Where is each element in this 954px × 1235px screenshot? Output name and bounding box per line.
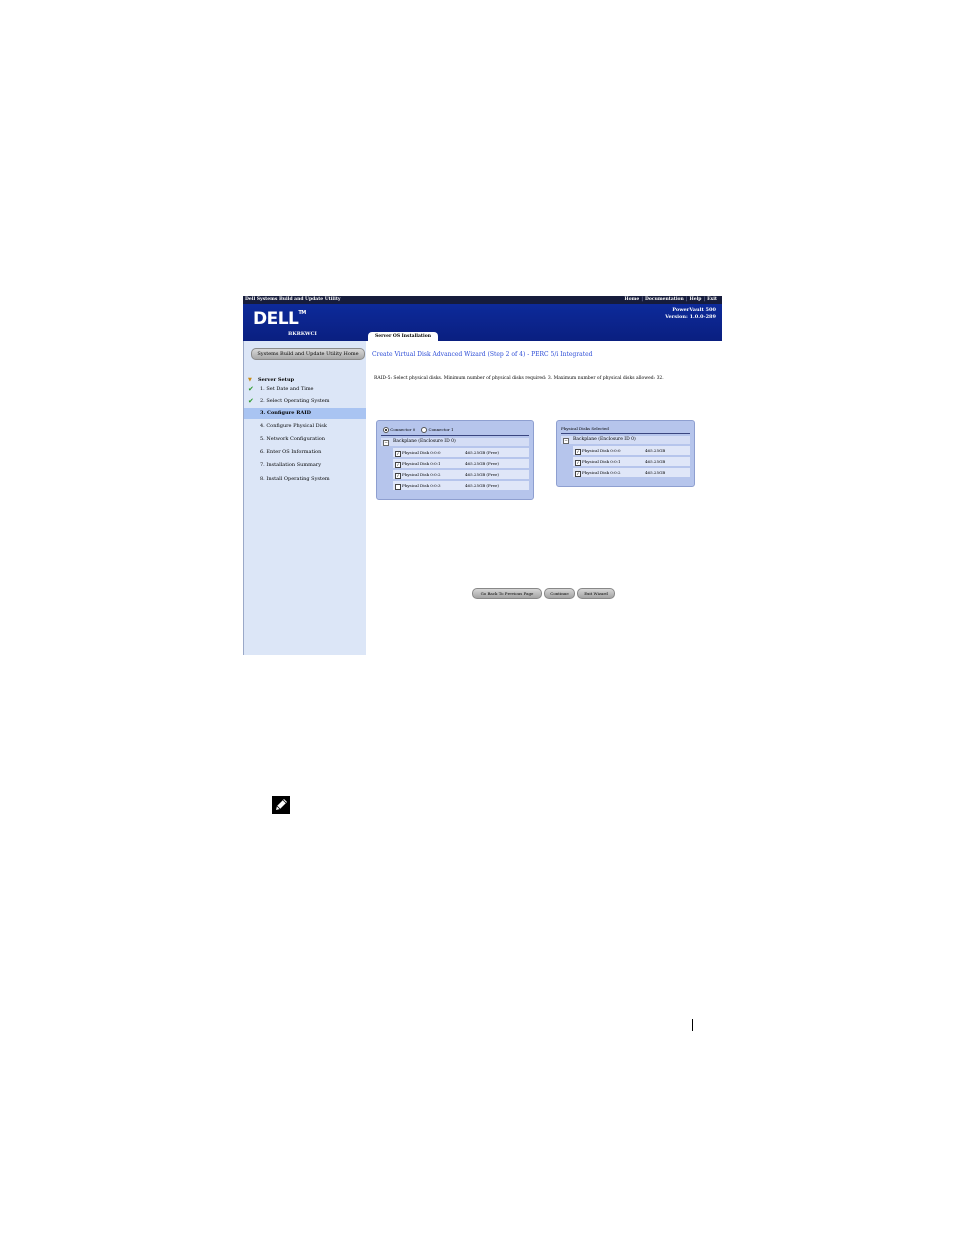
logo-tm: TM xyxy=(298,310,306,316)
connector-0-label: Connector 0 xyxy=(390,427,416,432)
checkbox-icon[interactable]: ✓ xyxy=(575,459,581,466)
disk-row[interactable]: ✓ Physical Disk 0:0:2 465.25GB xyxy=(573,468,690,478)
nav-home[interactable]: Home xyxy=(622,296,641,304)
app-title: Dell Systems Build and Update Utility xyxy=(245,297,341,302)
checkbox-icon[interactable]: ✓ xyxy=(395,472,401,479)
continue-button[interactable]: Continue xyxy=(544,588,575,599)
backplane-row[interactable]: − Backplane (Enclosure ID 0) xyxy=(561,436,690,444)
product-name: PowerVault 500 xyxy=(672,307,716,313)
backplane-row[interactable]: − Backplane (Enclosure ID 0) xyxy=(381,438,529,446)
sidebar-step-1[interactable]: ✔ 1. Set Date and Time xyxy=(244,384,366,395)
disk-name: Physical Disk 0:0:0 xyxy=(402,450,441,455)
radio-icon xyxy=(421,427,428,433)
disk-row[interactable]: Physical Disk 0:0:3 465.25GB (Free) xyxy=(393,481,529,491)
selected-disks-title: Physical Disks Selected xyxy=(561,426,609,431)
connector-0-radio[interactable]: Connector 0 xyxy=(383,427,415,433)
disk-name: Physical Disk 0:0:1 xyxy=(582,459,621,464)
sidebar-step-2[interactable]: ✔ 2. Select Operating System xyxy=(244,396,366,407)
service-tag: BKRKWCI xyxy=(288,331,317,337)
connector-1-radio[interactable]: Connector 1 xyxy=(421,427,454,433)
step-label: 7. Installation Summary xyxy=(260,462,322,468)
step-label: 2. Select Operating System xyxy=(260,398,330,404)
disk-row[interactable]: ✓ Physical Disk 0:0:1 465.25GB xyxy=(573,457,690,467)
collapse-icon[interactable]: − xyxy=(563,437,569,444)
step-label: 1. Set Date and Time xyxy=(260,386,314,392)
disk-row[interactable]: ✓ Physical Disk 0:0:2 465.25GB (Free) xyxy=(393,470,529,480)
sidebar-step-6[interactable]: 6. Enter OS Information xyxy=(244,447,366,458)
exit-wizard-button[interactable]: Exit Wizard xyxy=(577,588,615,599)
available-disks-panel: Connector 0 Connector 1 − Backplane (Enc… xyxy=(376,420,534,500)
disk-size: 465.25GB (Free) xyxy=(465,450,499,455)
connector-radio-group: Connector 0 Connector 1 xyxy=(383,427,454,433)
disk-row[interactable]: ✓ Physical Disk 0:0:0 465.25GB xyxy=(573,446,690,456)
divider xyxy=(381,435,529,436)
nav-help[interactable]: Help xyxy=(687,296,703,304)
page-title: Create Virtual Disk Advanced Wizard (Ste… xyxy=(372,351,593,358)
divider xyxy=(561,433,690,434)
server-setup-heading: Server Setup xyxy=(258,377,295,383)
sidebar-step-7[interactable]: 7. Installation Summary xyxy=(244,460,366,471)
page-divider xyxy=(692,1019,693,1031)
note-pencil-icon xyxy=(272,796,290,814)
sidebar-step-4[interactable]: 4. Configure Physical Disk xyxy=(244,421,366,432)
top-bar: Dell Systems Build and Update Utility Ho… xyxy=(243,296,722,304)
disk-name: Physical Disk 0:0:1 xyxy=(402,461,441,466)
go-back-button[interactable]: Go Back To Previous Page xyxy=(472,588,542,599)
screenshot-frame: Dell Systems Build and Update Utility Ho… xyxy=(243,296,722,655)
selected-disks-panel: Physical Disks Selected − Backplane (Enc… xyxy=(556,420,695,487)
disk-name: Physical Disk 0:0:3 xyxy=(402,483,441,488)
backplane-label: Backplane (Enclosure ID 0) xyxy=(573,437,636,442)
checkbox-icon[interactable]: ✓ xyxy=(575,448,581,455)
step-label: 4. Configure Physical Disk xyxy=(260,423,327,429)
step-label: 5. Network Configuration xyxy=(260,436,326,442)
checkbox-icon[interactable]: ✓ xyxy=(395,461,401,468)
product-info: PowerVault 500 Version: 1.0.0-289 xyxy=(665,307,716,321)
checkbox-icon[interactable]: ✓ xyxy=(395,450,401,457)
nav-exit[interactable]: Exit xyxy=(705,296,719,304)
arrow-down-icon: ▼ xyxy=(248,377,252,383)
checkbox-icon[interactable] xyxy=(395,483,401,490)
disk-size: 465.25GB (Free) xyxy=(465,483,499,488)
checkbox-icon[interactable]: ✓ xyxy=(575,470,581,477)
sidebar-step-3[interactable]: 3. Configure RAID xyxy=(244,408,366,419)
step-label: 8. Install Operating System xyxy=(260,476,330,482)
sidebar-step-8[interactable]: 8. Install Operating System xyxy=(244,474,366,485)
header: DELLTM BKRKWCI PowerVault 500 Version: 1… xyxy=(243,304,722,341)
radio-icon xyxy=(383,427,389,433)
connector-1-label: Connector 1 xyxy=(428,427,454,432)
step-label: 6. Enter OS Information xyxy=(260,449,322,455)
home-button[interactable]: Systems Build and Update Utility Home xyxy=(251,348,365,360)
check-icon: ✔ xyxy=(248,385,254,393)
dell-logo: DELLTM xyxy=(253,309,306,329)
sidebar: Systems Build and Update Utility Home ▼ … xyxy=(243,341,366,655)
nav-documentation[interactable]: Documentation xyxy=(643,296,686,304)
disk-size: 465.25GB xyxy=(645,448,666,453)
disk-name: Physical Disk 0:0:2 xyxy=(402,472,441,477)
disk-name: Physical Disk 0:0:0 xyxy=(582,448,621,453)
check-icon: ✔ xyxy=(248,397,254,405)
sidebar-step-5[interactable]: 5. Network Configuration xyxy=(244,434,366,445)
disk-row[interactable]: ✓ Physical Disk 0:0:0 465.25GB (Free) xyxy=(393,448,529,458)
disk-size: 465.25GB (Free) xyxy=(465,461,499,466)
logo-text: DELL xyxy=(253,309,299,329)
product-version: Version: 1.0.0-289 xyxy=(665,314,716,320)
disk-size: 465.25GB xyxy=(645,459,666,464)
backplane-label: Backplane (Enclosure ID 0) xyxy=(393,439,456,444)
disk-size: 465.25GB (Free) xyxy=(465,472,499,477)
disk-name: Physical Disk 0:0:2 xyxy=(582,470,621,475)
top-nav: Home | Documentation | Help | Exit xyxy=(622,296,719,304)
tab-server-os-installation[interactable]: Server OS Installation xyxy=(368,332,438,341)
disk-size: 465.25GB xyxy=(645,470,666,475)
raid-description: RAID-5: Select physical disks. Minimum n… xyxy=(374,376,664,381)
step-label: 3. Configure RAID xyxy=(260,410,311,416)
collapse-icon[interactable]: − xyxy=(383,439,389,446)
disk-row[interactable]: ✓ Physical Disk 0:0:1 465.25GB (Free) xyxy=(393,459,529,469)
